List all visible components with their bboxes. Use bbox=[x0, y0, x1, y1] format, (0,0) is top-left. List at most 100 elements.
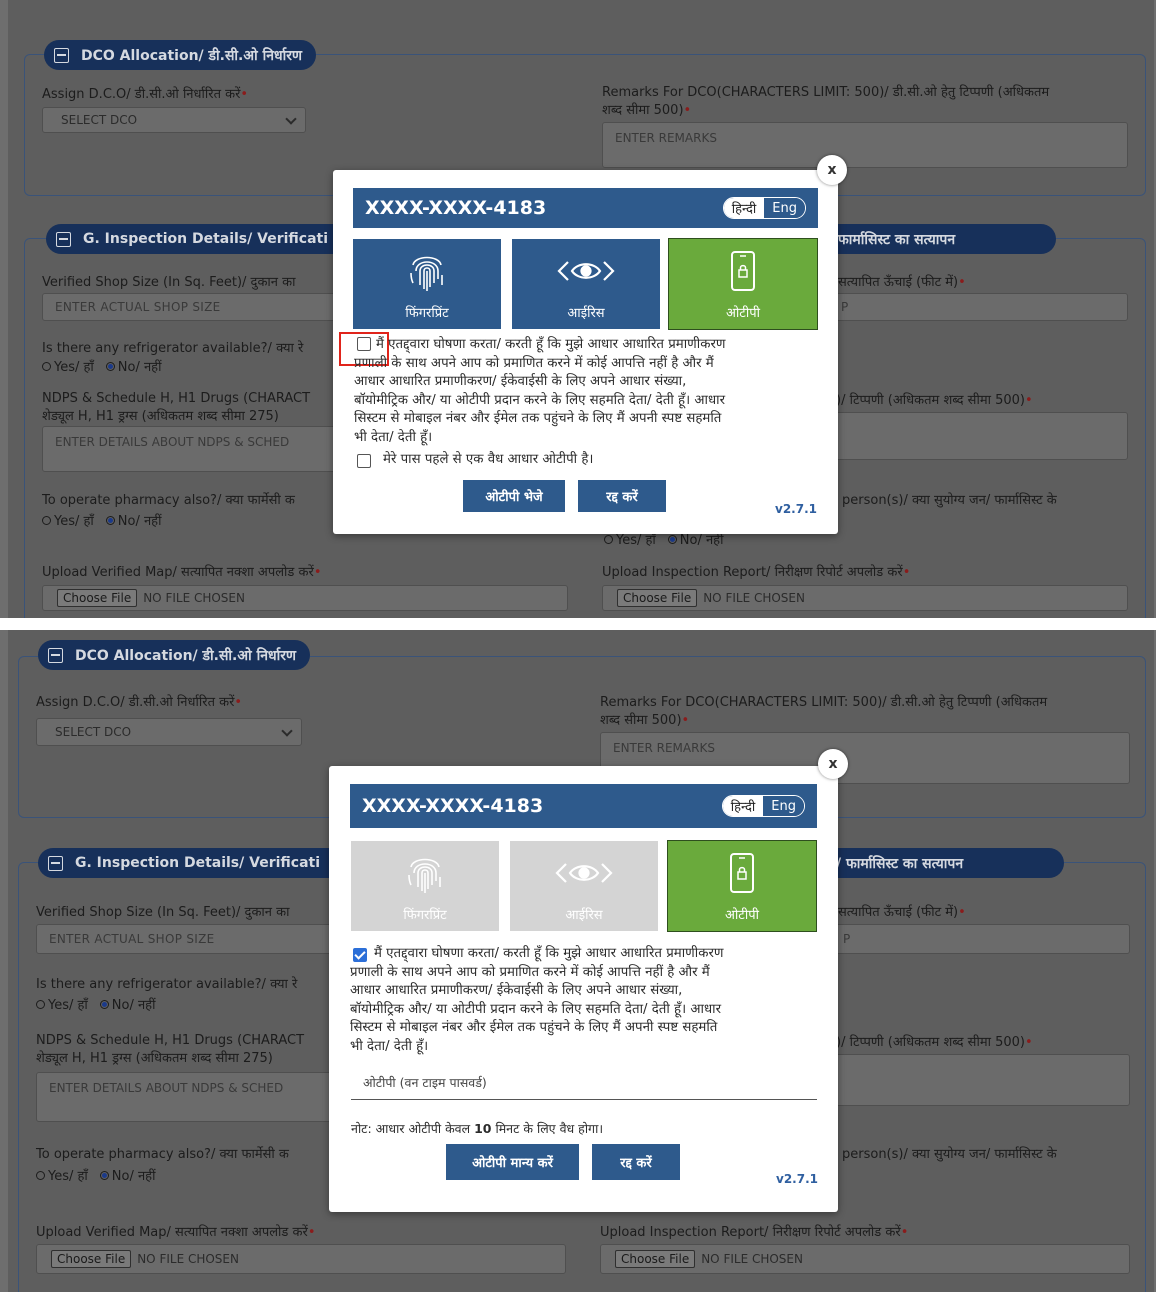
choose-file-button[interactable]: Choose File bbox=[615, 1250, 696, 1268]
height-label: सत्यापित ऊँचाई (फीट में)• bbox=[838, 275, 966, 290]
no-file-text: NO FILE CHOSEN bbox=[137, 1252, 239, 1266]
upload-report-label: Upload Inspection Report/ निरीक्षण रिपोर… bbox=[602, 565, 911, 580]
version-label: v2.7.1 bbox=[775, 502, 817, 516]
radio-no[interactable] bbox=[99, 999, 109, 1009]
upload-map-label: Upload Verified Map/ सत्यापित नक्शा अपलो… bbox=[36, 1225, 316, 1240]
iris-icon bbox=[557, 261, 615, 281]
refrigerator-options: Yes/ हाँ No/ नहीं bbox=[36, 995, 155, 1013]
modal-header: XXXX-XXXX-4183 हिन्दी Eng bbox=[350, 784, 817, 828]
upload-report-label: Upload Inspection Report/ निरीक्षण रिपोर… bbox=[600, 1225, 909, 1240]
refrigerator-label: Is there any refrigerator available?/ क्… bbox=[36, 977, 298, 992]
have-otp-checkbox[interactable] bbox=[357, 454, 371, 468]
otp-label: ओटीपी bbox=[725, 908, 759, 923]
ndps-label: NDPS & Schedule H, H1 Drugs (CHARACT शेड… bbox=[36, 1033, 305, 1066]
phone-lock-icon bbox=[731, 251, 755, 291]
pharmacy-label: To operate pharmacy also?/ क्या फार्मेसी… bbox=[42, 493, 295, 508]
radio-no[interactable] bbox=[105, 515, 115, 525]
choose-file-button[interactable]: Choose File bbox=[617, 589, 698, 607]
collapse-icon[interactable] bbox=[56, 231, 71, 247]
upload-report-file-input[interactable]: Choose File NO FILE CHOSEN bbox=[600, 1244, 1130, 1274]
height-input[interactable]: P bbox=[810, 293, 1128, 321]
otp-placeholder: ओटीपी (वन टाइम पासवर्ड) bbox=[363, 1075, 487, 1090]
shop-size-input[interactable]: ENTER ACTUAL SHOP SIZE bbox=[36, 924, 332, 954]
no-file-text: NO FILE CHOSEN bbox=[703, 591, 805, 605]
dco-section-header[interactable]: DCO Allocation/ डी.सी.ओ निर्धारण bbox=[38, 640, 311, 670]
remark2-label: )/ टिप्पणी (अधिकतम शब्द सीमा 500)• bbox=[836, 393, 1033, 408]
ndps-textarea[interactable]: ENTER DETAILS ABOUT NDPS & SCHED bbox=[36, 1072, 332, 1122]
collapse-icon[interactable] bbox=[48, 855, 63, 871]
shop-size-label: Verified Shop Size (In Sq. Feet)/ दुकान … bbox=[42, 275, 296, 290]
radio-yes[interactable] bbox=[36, 999, 45, 1009]
cancel-button[interactable]: रद्द करें bbox=[592, 1144, 680, 1180]
radio-no[interactable] bbox=[667, 534, 677, 544]
consent-text: मैं एतद्द्वारा घोषणा करता/ करती हूँ कि म… bbox=[350, 946, 724, 1054]
otp-tab[interactable]: ओटीपी bbox=[669, 239, 817, 329]
lang-eng-option[interactable]: Eng bbox=[764, 198, 805, 218]
inspection-section-header[interactable]: G. Inspection Details/ Verificati bbox=[38, 848, 358, 878]
lang-hindi-option[interactable]: हिन्दी bbox=[723, 198, 765, 218]
iris-tab[interactable]: आईरिस bbox=[510, 841, 658, 931]
remarks-label: Remarks For DCO(CHARACTERS LIMIT: 500)/ … bbox=[602, 85, 1050, 118]
upload-map-file-input[interactable]: Choose File NO FILE CHOSEN bbox=[42, 585, 568, 611]
screenshot-before: DCO Allocation/ डी.सी.ओ निर्धारण Assign … bbox=[0, 0, 1156, 618]
refrigerator-label: Is there any refrigerator available?/ क्… bbox=[42, 341, 304, 356]
choose-file-button[interactable]: Choose File bbox=[57, 589, 138, 607]
remark2-textarea[interactable] bbox=[810, 412, 1128, 460]
verify-otp-button[interactable]: ओटीपी मान्य करें bbox=[446, 1144, 579, 1180]
otp-validity-note: नोट: आधार ओटीपी केवल 10 मिनट के लिए वैध … bbox=[351, 1121, 604, 1136]
phone-lock-icon bbox=[730, 853, 754, 893]
select-dco-dropdown[interactable]: SELECT DCO bbox=[42, 107, 306, 133]
chevron-down-icon bbox=[281, 725, 293, 737]
remark2-label: )/ टिप्पणी (अधिकतम शब्द सीमा 500)• bbox=[836, 1035, 1033, 1050]
aadhaar-number: XXXX-XXXX-4183 bbox=[365, 197, 547, 219]
fingerprint-tab[interactable]: फिंगरप्रिंट bbox=[353, 239, 501, 329]
otp-tab[interactable]: ओटीपी bbox=[668, 841, 816, 931]
send-otp-button[interactable]: ओटीपी भेजे bbox=[463, 480, 565, 512]
otp-label: ओटीपी bbox=[726, 306, 760, 321]
cancel-button[interactable]: रद्द करें bbox=[578, 480, 666, 512]
upload-report-file-input[interactable]: Choose File NO FILE CHOSEN bbox=[602, 585, 1128, 611]
shop-size-input[interactable]: ENTER ACTUAL SHOP SIZE bbox=[42, 293, 342, 321]
close-icon[interactable]: x bbox=[818, 749, 848, 779]
dco-section-header[interactable]: DCO Allocation/ डी.सी.ओ निर्धारण bbox=[44, 40, 317, 70]
fingerprint-tab[interactable]: फिंगरप्रिंट bbox=[351, 841, 499, 931]
choose-file-button[interactable]: Choose File bbox=[51, 1250, 132, 1268]
inspection-section-header[interactable]: G. Inspection Details/ Verificati bbox=[46, 224, 370, 254]
pharmacist-section-header: / फार्मासिस्ट का सत्यापन bbox=[806, 848, 1064, 878]
lang-eng-option[interactable]: Eng bbox=[763, 796, 804, 816]
select-dco-dropdown[interactable]: SELECT DCO bbox=[36, 718, 302, 746]
have-otp-label: मेरे पास पहले से एक वैध आधार ओटीपी है। bbox=[383, 452, 594, 467]
inspection-section-title: G. Inspection Details/ Verificati bbox=[75, 855, 321, 871]
radio-no[interactable] bbox=[105, 361, 115, 371]
upload-map-file-input[interactable]: Choose File NO FILE CHOSEN bbox=[36, 1244, 566, 1274]
fingerprint-label: फिंगरप्रिंट bbox=[405, 306, 449, 321]
iris-tab[interactable]: आईरिस bbox=[512, 239, 660, 329]
ndps-label: NDPS & Schedule H, H1 Drugs (CHARACT शेड… bbox=[42, 391, 311, 424]
pharmacist-section-header: / फार्मासिस्ट का सत्यापन bbox=[808, 224, 1056, 254]
remark2-textarea[interactable] bbox=[812, 1054, 1130, 1106]
iris-label: आईरिस bbox=[565, 908, 603, 923]
language-toggle[interactable]: हिन्दी Eng bbox=[721, 795, 805, 817]
radio-yes[interactable] bbox=[42, 515, 51, 525]
close-icon[interactable]: x bbox=[817, 155, 847, 185]
ndps-textarea[interactable]: ENTER DETAILS ABOUT NDPS & SCHED bbox=[42, 426, 342, 472]
dco-section-title: DCO Allocation/ डी.सी.ओ निर्धारण bbox=[75, 647, 297, 664]
lang-hindi-option[interactable]: हिन्दी bbox=[722, 796, 764, 816]
fingerprint-icon bbox=[408, 858, 441, 893]
radio-yes[interactable] bbox=[42, 361, 51, 371]
version-label: v2.7.1 bbox=[776, 1172, 818, 1186]
radio-no[interactable] bbox=[99, 1170, 109, 1180]
language-toggle[interactable]: हिन्दी Eng bbox=[722, 197, 806, 219]
assign-dco-label: Assign D.C.O/ डी.सी.ओ निर्धारित करें• bbox=[36, 695, 243, 710]
aadhaar-auth-modal: XXXX-XXXX-4183 हिन्दी Eng फिंगरप्रिंट आई… bbox=[333, 170, 838, 534]
remarks-textarea[interactable]: ENTER REMARKS bbox=[602, 122, 1128, 168]
collapse-icon[interactable] bbox=[54, 47, 69, 63]
radio-yes[interactable] bbox=[604, 534, 613, 544]
height-input[interactable]: P bbox=[812, 924, 1130, 954]
collapse-icon[interactable] bbox=[48, 647, 63, 663]
select-dco-value: SELECT DCO bbox=[55, 725, 132, 739]
radio-yes[interactable] bbox=[36, 1170, 45, 1180]
no-file-text: NO FILE CHOSEN bbox=[143, 591, 245, 605]
inspection-section-title: G. Inspection Details/ Verificati bbox=[83, 231, 329, 247]
otp-input[interactable]: ओटीपी (वन टाइम पासवर्ड) bbox=[351, 1072, 817, 1100]
